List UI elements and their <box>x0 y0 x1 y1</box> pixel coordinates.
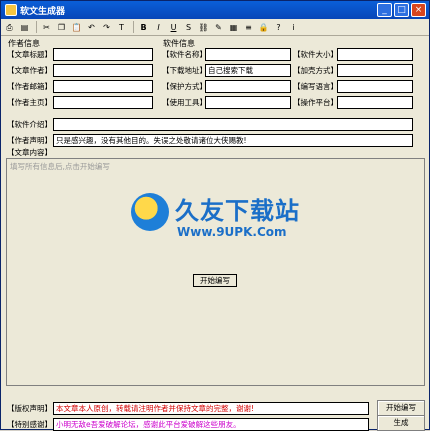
content-hint: 填写所有信息后,点击开始编写 <box>10 162 110 171</box>
platform-field[interactable] <box>337 96 413 109</box>
content-editor[interactable]: 填写所有信息后,点击开始编写 久友下载站 Www.9UPK.Com 开始编写 <box>6 158 425 386</box>
field-label-platform: 【操作平台】 <box>293 98 338 107</box>
main-window: 软文生成器 _ □ × ⎙ ▤ ✂ ❐ 📋 ↶ ↷ T B I U S ⛓ ✎ … <box>0 0 430 431</box>
title-bar[interactable]: 软文生成器 _ □ × <box>1 1 429 19</box>
author-field[interactable] <box>53 64 153 77</box>
language-field[interactable] <box>337 80 413 93</box>
italic-icon[interactable]: I <box>152 21 165 34</box>
close-button[interactable]: × <box>411 3 426 17</box>
maximize-button[interactable]: □ <box>394 3 409 17</box>
software-name-field[interactable] <box>205 48 291 61</box>
field-label-title: 【文章标题】 <box>7 50 52 59</box>
help-icon[interactable]: ? <box>272 21 285 34</box>
copy-icon[interactable]: ❐ <box>55 21 68 34</box>
toolbar-separator <box>133 21 134 33</box>
generate-button[interactable]: 生成 <box>377 415 425 431</box>
format-icon[interactable]: T <box>115 21 128 34</box>
info-icon[interactable]: i <box>287 21 300 34</box>
watermark: 久友下载站 Www.9UPK.Com <box>125 187 325 257</box>
field-label-intro: 【软件介绍】 <box>7 120 52 129</box>
intro-field[interactable] <box>53 118 413 131</box>
field-label-language: 【编写语言】 <box>293 82 338 91</box>
undo-icon[interactable]: ↶ <box>85 21 98 34</box>
field-label-software-name: 【软件名称】 <box>162 50 207 59</box>
field-label-software-size: 【软件大小】 <box>293 50 338 59</box>
field-label-author: 【文章作者】 <box>7 66 52 75</box>
field-label-packer: 【加壳方式】 <box>293 66 338 75</box>
start-writing-center-button[interactable]: 开始编写 <box>193 274 237 287</box>
redo-icon[interactable]: ↷ <box>100 21 113 34</box>
paste-icon[interactable]: 📋 <box>70 21 83 34</box>
packer-field[interactable] <box>337 64 413 77</box>
print-icon[interactable]: ⎙ <box>3 21 16 34</box>
app-icon <box>5 4 17 16</box>
align-icon[interactable]: ≡ <box>242 21 255 34</box>
lock-icon[interactable]: 🔒 <box>257 21 270 34</box>
window-title: 软文生成器 <box>20 6 66 17</box>
field-label-email: 【作者邮箱】 <box>7 82 52 91</box>
software-size-field[interactable] <box>337 48 413 61</box>
minimize-button[interactable]: _ <box>377 3 392 17</box>
watermark-url: Www.9UPK.Com <box>177 225 287 239</box>
field-label-tools: 【使用工具】 <box>162 98 207 107</box>
field-label-thanks: 【特别感谢】 <box>7 420 52 429</box>
watermark-title: 久友下载站 <box>175 197 300 225</box>
thanks-field[interactable]: 小明无敌e吾爱破解论坛，感谢此平台爱破解这些朋友。 <box>53 418 369 431</box>
field-label-protection: 【保护方式】 <box>162 82 207 91</box>
start-writing-button[interactable]: 开始编写 <box>377 400 425 416</box>
tools-field[interactable] <box>205 96 291 109</box>
title-field[interactable] <box>53 48 153 61</box>
field-label-homepage: 【作者主页】 <box>7 98 52 107</box>
field-label-download-url: 【下载地址】 <box>162 66 207 75</box>
strike-icon[interactable]: S <box>182 21 195 34</box>
protection-field[interactable] <box>205 80 291 93</box>
toolbar: ⎙ ▤ ✂ ❐ 📋 ↶ ↷ T B I U S ⛓ ✎ ▦ ≡ 🔒 ? i <box>1 19 429 36</box>
cut-icon[interactable]: ✂ <box>40 21 53 34</box>
link-icon[interactable]: ⛓ <box>197 21 210 34</box>
color-icon[interactable]: ✎ <box>212 21 225 34</box>
statement-field[interactable]: 只是感兴趣，没有其他目的。失误之处敬请诸位大侠赐教! <box>53 134 413 147</box>
copyright-field[interactable]: 本文章本人原创，转载请注明作者并保持文章的完整，谢谢! <box>53 402 369 415</box>
download-url-field[interactable]: 自己搜索下载 <box>205 64 291 77</box>
email-field[interactable] <box>53 80 153 93</box>
underline-icon[interactable]: U <box>167 21 180 34</box>
toolbar-separator <box>36 21 37 33</box>
watermark-logo-icon <box>131 193 169 231</box>
bold-icon[interactable]: B <box>137 21 150 34</box>
preview-icon[interactable]: ▤ <box>18 21 31 34</box>
highlight-icon[interactable]: ▦ <box>227 21 240 34</box>
field-label-copyright: 【版权声明】 <box>7 404 52 413</box>
homepage-field[interactable] <box>53 96 153 109</box>
